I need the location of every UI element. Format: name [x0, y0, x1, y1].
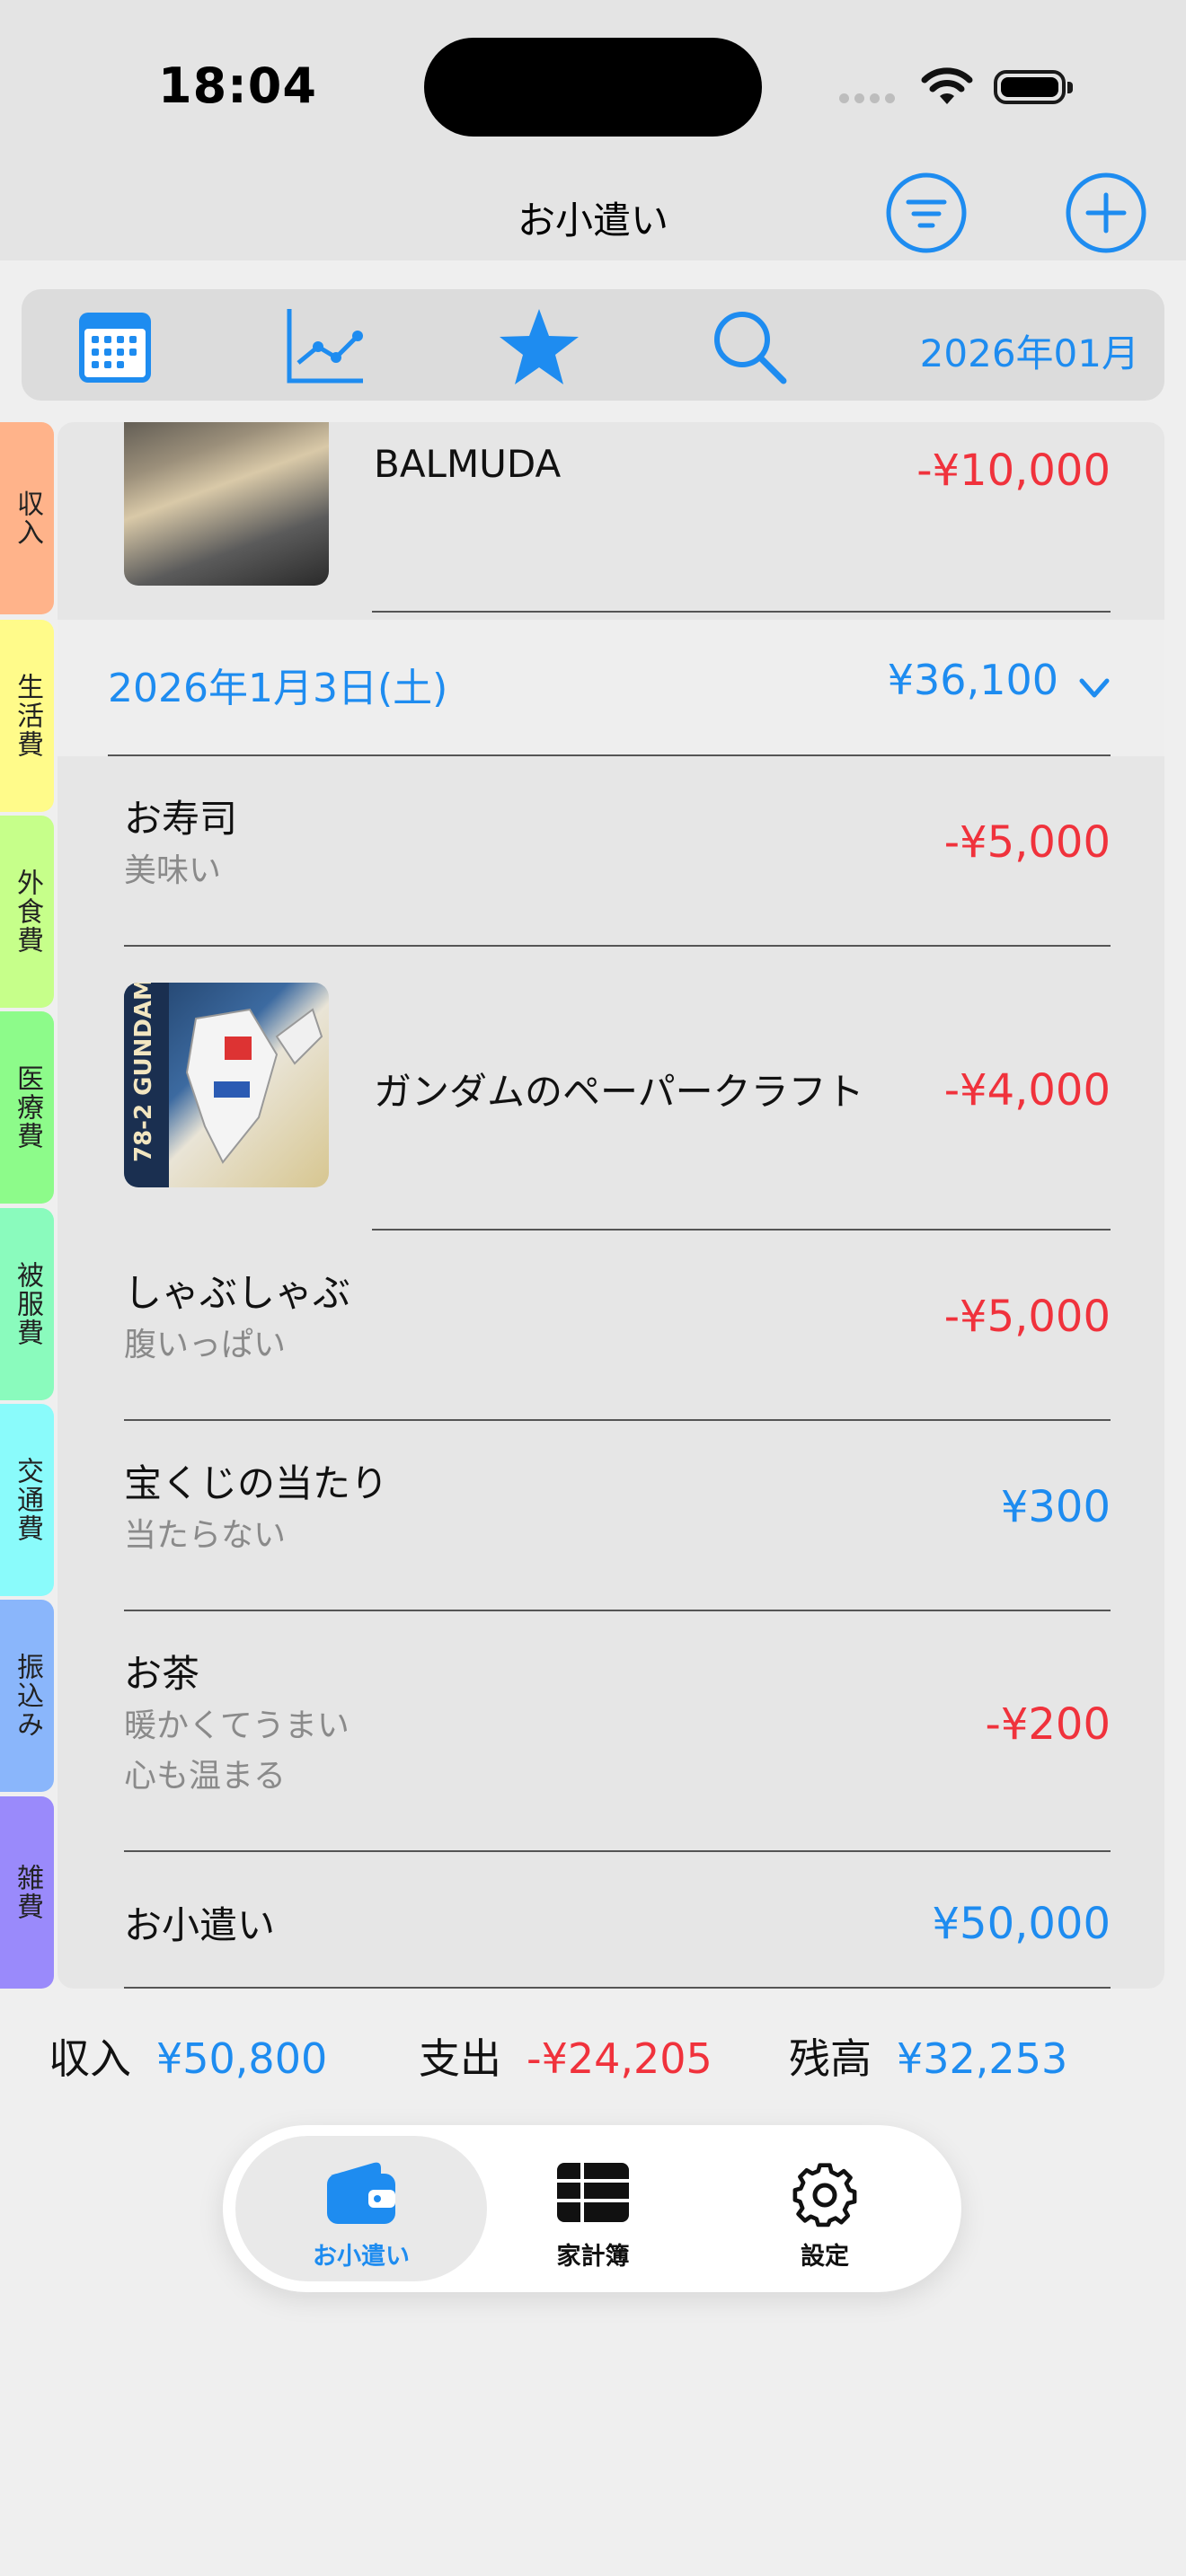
- gear-icon: [792, 2163, 857, 2228]
- category-label: 外食費: [12, 869, 43, 955]
- category-label: 収入: [12, 490, 43, 547]
- category-tab-living[interactable]: 生活費: [0, 620, 54, 812]
- item-amount: -¥4,000: [943, 1065, 1111, 1116]
- category-tab-transfer[interactable]: 振込み: [0, 1600, 54, 1792]
- list-item[interactable]: 78-2 GUNDAM ガンダムのペーパークラフト -¥4,000: [58, 947, 1164, 1231]
- list-item[interactable]: お茶 暖かくてうまい 心も温まる -¥200: [58, 1611, 1164, 1852]
- tab-household[interactable]: 家計簿: [467, 2136, 719, 2281]
- divider: [124, 1987, 1111, 1989]
- tab-label: 設定: [801, 2243, 849, 2271]
- tab-allowance[interactable]: お小遣い: [235, 2136, 487, 2281]
- category-label: 被服費: [12, 1261, 43, 1347]
- search-icon[interactable]: [708, 305, 791, 388]
- item-title: ガンダムのペーパークラフト: [374, 1070, 864, 1114]
- cellular-signal-icon: [839, 90, 900, 107]
- expense-value: -¥24,205: [527, 2034, 712, 2083]
- item-note: 当たらない: [124, 1517, 287, 1554]
- image-caption: 78-2 GUNDAM: [130, 983, 157, 1162]
- toolbar: 2026年01月: [22, 289, 1164, 401]
- category-tab-misc[interactable]: 雑費: [0, 1796, 54, 1989]
- item-amount: -¥10,000: [916, 446, 1111, 496]
- tab-label: 家計簿: [556, 2243, 630, 2271]
- item-photo: 78-2 GUNDAM: [124, 983, 329, 1187]
- item-title: お茶: [124, 1652, 200, 1696]
- balance-summary: 残高 ¥32,253: [789, 2026, 1067, 2086]
- category-label: 交通費: [12, 1457, 43, 1543]
- category-tab-income[interactable]: 収入: [0, 422, 54, 614]
- item-title: お寿司: [124, 797, 238, 841]
- item-photo: [124, 422, 329, 586]
- expense-summary: 支出 -¥24,205: [419, 2026, 712, 2086]
- category-label: 雑費: [12, 1864, 43, 1921]
- expense-label: 支出: [419, 2034, 501, 2083]
- tab-bar: お小遣い 家計簿 設定: [223, 2125, 961, 2292]
- item-title: しゃぶしゃぶ: [124, 1271, 351, 1315]
- list-item[interactable]: BALMUDA -¥10,000: [58, 422, 1164, 620]
- tab-settings[interactable]: 設定: [699, 2136, 951, 2281]
- item-title: 宝くじの当たり: [124, 1461, 389, 1505]
- gundam-image: 78-2 GUNDAM: [124, 983, 323, 1187]
- status-time: 18:04: [158, 57, 317, 114]
- battery-icon: [994, 70, 1073, 104]
- item-amount: ¥50,000: [932, 1899, 1111, 1949]
- category-label: 医療費: [12, 1064, 43, 1151]
- day-header[interactable]: 2026年1月3日(土) ¥36,100: [58, 620, 1164, 756]
- list-item[interactable]: 宝くじの当たり 当たらない ¥300: [58, 1421, 1164, 1611]
- item-amount: ¥300: [1000, 1482, 1111, 1532]
- wifi-icon: [921, 67, 973, 104]
- transaction-list: BALMUDA -¥10,000 2026年1月3日(土) ¥36,100 お寿…: [58, 422, 1164, 1989]
- income-value: ¥50,800: [156, 2034, 328, 2083]
- category-tab-medical[interactable]: 医療費: [0, 1011, 54, 1204]
- balance-label: 残高: [789, 2034, 872, 2083]
- item-note: 心も温まる: [124, 1758, 287, 1795]
- day-date: 2026年1月3日(土): [108, 666, 448, 711]
- category-label: 生活費: [12, 673, 43, 759]
- star-icon[interactable]: [498, 305, 580, 388]
- category-label: 振込み: [12, 1653, 43, 1739]
- filter-icon[interactable]: [884, 171, 969, 255]
- item-amount: -¥5,000: [943, 817, 1111, 868]
- list-item[interactable]: お小遣い ¥50,000: [58, 1852, 1164, 1989]
- nav-header: お小遣い: [0, 171, 1186, 260]
- wallet-icon: [327, 2162, 395, 2224]
- category-tab-dining[interactable]: 外食費: [0, 816, 54, 1008]
- item-amount: -¥200: [985, 1699, 1111, 1750]
- income-summary: 収入 ¥50,800: [49, 2026, 327, 2086]
- category-tab-clothing[interactable]: 被服費: [0, 1208, 54, 1400]
- chevron-down-icon[interactable]: [1076, 670, 1112, 706]
- tab-label: お小遣い: [313, 2243, 410, 2271]
- list-item[interactable]: お寿司 美味い -¥5,000: [58, 756, 1164, 947]
- divider: [372, 611, 1111, 613]
- add-icon[interactable]: [1064, 171, 1148, 255]
- day-total: ¥36,100: [887, 656, 1058, 704]
- line-chart-icon[interactable]: [284, 305, 367, 388]
- table-grid-icon: [557, 2163, 629, 2222]
- category-tab-transport[interactable]: 交通費: [0, 1404, 54, 1596]
- item-title: BALMUDA: [374, 442, 562, 486]
- status-bar: 18:04: [0, 0, 1186, 171]
- income-label: 収入: [49, 2034, 131, 2083]
- item-note: 暖かくてうまい: [124, 1707, 350, 1744]
- month-selector[interactable]: 2026年01月: [920, 323, 1139, 378]
- item-note: 腹いっぱい: [124, 1327, 287, 1363]
- item-note: 美味い: [124, 852, 222, 889]
- list-item[interactable]: しゃぶしゃぶ 腹いっぱい -¥5,000: [58, 1231, 1164, 1421]
- dynamic-island: [424, 38, 762, 137]
- balance-value: ¥32,253: [897, 2034, 1068, 2083]
- item-amount: -¥5,000: [943, 1292, 1111, 1342]
- calendar-icon[interactable]: [74, 305, 156, 388]
- page-title: お小遣い: [517, 198, 668, 243]
- item-title: お小遣い: [124, 1903, 276, 1947]
